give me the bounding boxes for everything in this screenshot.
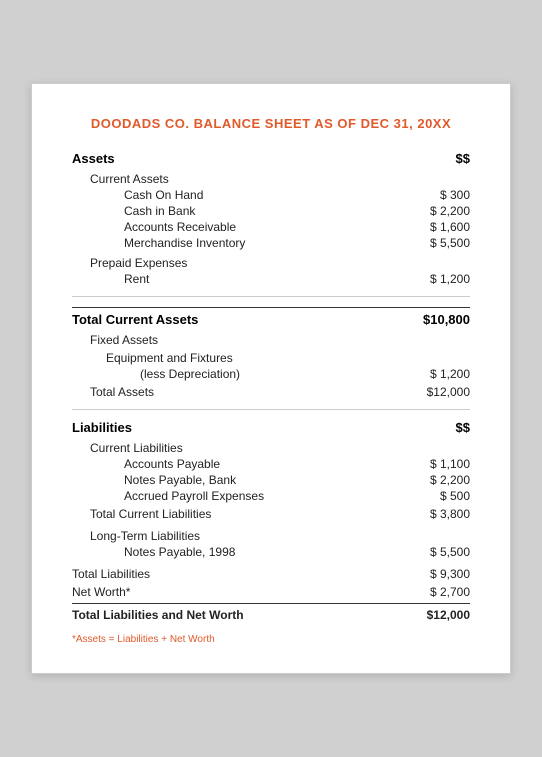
prepaid-expenses-label: Prepaid Expenses — [90, 256, 470, 270]
accounts-payable-row: Accounts Payable $ 1,100 — [124, 457, 470, 471]
merchandise-inventory-row: Merchandise Inventory $ 5,500 — [124, 236, 470, 250]
sheet-title: DOODADS CO. BALANCE SHEET AS OF DEC 31, … — [72, 116, 470, 131]
accrued-payroll-label: Accrued Payroll Expenses — [124, 489, 264, 503]
total-current-assets-amount: $10,800 — [400, 312, 470, 327]
accounts-receivable-row: Accounts Receivable $ 1,600 — [124, 220, 470, 234]
current-liabilities-label: Current Liabilities — [90, 441, 470, 455]
fixed-assets-label: Fixed Assets — [90, 333, 470, 347]
net-worth-amount: $ 2,700 — [400, 585, 470, 599]
accrued-payroll-amount: $ 500 — [400, 489, 470, 503]
accounts-receivable-amount: $ 1,600 — [400, 220, 470, 234]
current-assets-label: Current Assets — [90, 172, 470, 186]
balance-sheet: DOODADS CO. BALANCE SHEET AS OF DEC 31, … — [31, 83, 511, 674]
assets-section-header: Assets $$ — [72, 151, 470, 166]
net-worth-row: Net Worth* $ 2,700 — [72, 585, 470, 599]
total-current-assets-label: Total Current Assets — [72, 312, 198, 327]
total-current-assets-row: Total Current Assets $10,800 — [72, 307, 470, 327]
cash-in-bank-label: Cash in Bank — [124, 204, 195, 218]
notes-payable-1998-label: Notes Payable, 1998 — [124, 545, 235, 559]
divider-1 — [72, 296, 470, 297]
notes-payable-1998-row: Notes Payable, 1998 $ 5,500 — [124, 545, 470, 559]
rent-label: Rent — [124, 272, 149, 286]
notes-payable-1998-amount: $ 5,500 — [400, 545, 470, 559]
total-assets-amount: $12,000 — [400, 385, 470, 399]
cash-in-bank-row: Cash in Bank $ 2,200 — [124, 204, 470, 218]
equipment-fixtures-label: Equipment and Fixtures — [106, 351, 470, 365]
total-assets-label: Total Assets — [90, 385, 154, 399]
liabilities-label: Liabilities — [72, 420, 132, 435]
long-term-liabilities-label: Long-Term Liabilities — [90, 529, 470, 543]
notes-payable-bank-row: Notes Payable, Bank $ 2,200 — [124, 473, 470, 487]
merchandise-inventory-amount: $ 5,500 — [400, 236, 470, 250]
total-assets-row: Total Assets $12,000 — [90, 385, 470, 399]
footnote: *Assets = Liabilities + Net Worth — [72, 634, 470, 645]
total-current-liabilities-row: Total Current Liabilities $ 3,800 — [90, 507, 470, 521]
accounts-receivable-label: Accounts Receivable — [124, 220, 236, 234]
total-liabilities-net-worth-label: Total Liabilities and Net Worth — [72, 608, 244, 622]
total-liabilities-label: Total Liabilities — [72, 567, 150, 581]
less-depreciation-amount: $ 1,200 — [400, 367, 470, 381]
cash-on-hand-amount: $ 300 — [400, 188, 470, 202]
accrued-payroll-row: Accrued Payroll Expenses $ 500 — [124, 489, 470, 503]
rent-row: Rent $ 1,200 — [124, 272, 470, 286]
assets-symbol: $$ — [456, 151, 470, 166]
rent-amount: $ 1,200 — [400, 272, 470, 286]
assets-label: Assets — [72, 151, 115, 166]
liabilities-section-header: Liabilities $$ — [72, 420, 470, 435]
net-worth-label: Net Worth* — [72, 585, 130, 599]
merchandise-inventory-label: Merchandise Inventory — [124, 236, 245, 250]
total-current-liabilities-label: Total Current Liabilities — [90, 507, 211, 521]
total-current-liabilities-amount: $ 3,800 — [400, 507, 470, 521]
liabilities-symbol: $$ — [456, 420, 470, 435]
total-liabilities-amount: $ 9,300 — [400, 567, 470, 581]
notes-payable-bank-label: Notes Payable, Bank — [124, 473, 236, 487]
divider-2 — [72, 409, 470, 410]
cash-in-bank-amount: $ 2,200 — [400, 204, 470, 218]
total-liabilities-row: Total Liabilities $ 9,300 — [72, 567, 470, 581]
notes-payable-bank-amount: $ 2,200 — [400, 473, 470, 487]
less-depreciation-label: (less Depreciation) — [140, 367, 240, 381]
total-liabilities-net-worth-row: Total Liabilities and Net Worth $12,000 — [72, 603, 470, 622]
accounts-payable-label: Accounts Payable — [124, 457, 220, 471]
less-depreciation-row: (less Depreciation) $ 1,200 — [140, 367, 470, 381]
cash-on-hand-label: Cash On Hand — [124, 188, 203, 202]
accounts-payable-amount: $ 1,100 — [400, 457, 470, 471]
total-liabilities-net-worth-amount: $12,000 — [400, 608, 470, 622]
cash-on-hand-row: Cash On Hand $ 300 — [124, 188, 470, 202]
